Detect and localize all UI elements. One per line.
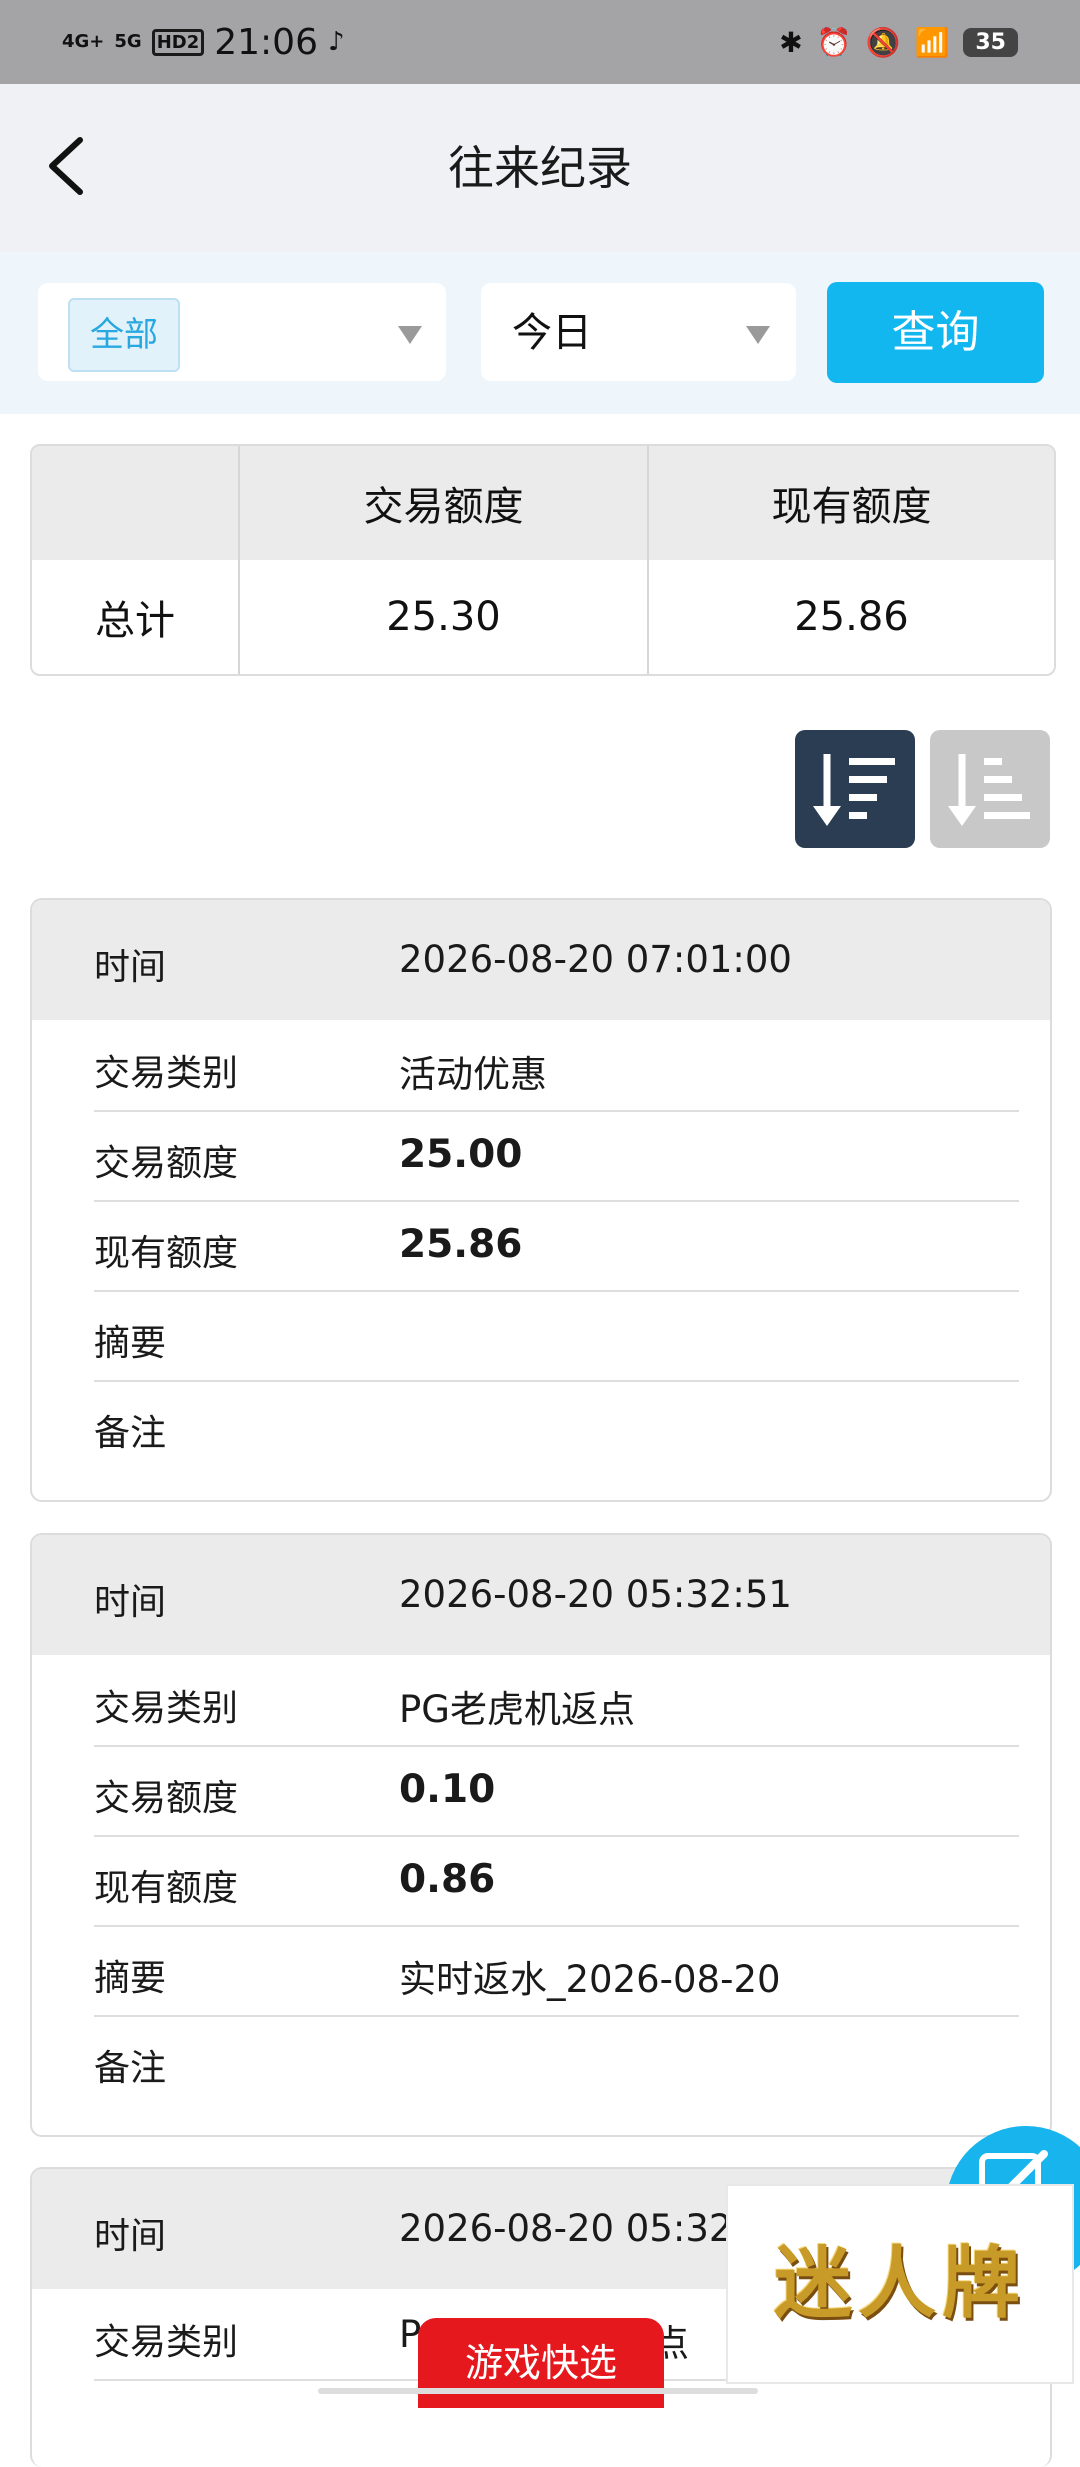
record-summary-value: 实时返水_2026-08-20 bbox=[399, 1958, 781, 2001]
period-select-value: 今日 bbox=[512, 310, 592, 356]
wifi-icon: 📶 bbox=[914, 25, 950, 59]
row-divider bbox=[94, 1110, 1019, 1112]
brand-logo-banner[interactable]: 迷人牌 bbox=[726, 2184, 1074, 2384]
summary-col-balance: 现有额度 bbox=[771, 484, 932, 530]
period-dropdown-icon bbox=[746, 326, 770, 344]
row-divider bbox=[94, 1835, 1019, 1837]
bluetooth-icon: ✱ bbox=[779, 25, 803, 59]
record-balance-value: 25.86 bbox=[399, 1222, 523, 1267]
record-note-label: 备注 bbox=[94, 2048, 167, 2089]
record-type-value: 活动优惠 bbox=[399, 1053, 547, 1096]
sort-ascending-button[interactable] bbox=[930, 730, 1050, 848]
row-divider bbox=[94, 1380, 1019, 1382]
record-balance-label: 现有额度 bbox=[94, 1868, 239, 1909]
row-divider bbox=[94, 1200, 1019, 1202]
record-summary-label: 摘要 bbox=[94, 1958, 167, 1999]
mute-icon: 🔕 bbox=[865, 25, 901, 59]
record-time-label: 时间 bbox=[94, 2216, 167, 2257]
record-summary-label: 摘要 bbox=[94, 1323, 167, 1364]
record-balance-value: 0.86 bbox=[399, 1857, 496, 1902]
type-dropdown-icon bbox=[398, 326, 422, 344]
signal-4g-icon: 4G+ bbox=[62, 31, 105, 52]
record-time-label: 时间 bbox=[94, 947, 167, 988]
record-amount-value: 0.10 bbox=[399, 1767, 496, 1812]
brand-logo-text: 迷人牌 bbox=[773, 2239, 1026, 2329]
sort-ascending-icon bbox=[948, 754, 1030, 826]
status-left: 4G+ 5G HD2 21:06 ♪ bbox=[62, 18, 345, 66]
sort-descending-button[interactable] bbox=[795, 730, 915, 848]
summary-total-balance: 25.86 bbox=[794, 594, 909, 640]
status-right: ✱ ⏰ 🔕 📶 35 bbox=[779, 20, 1018, 64]
summary-header-row: 交易额度 现有额度 bbox=[32, 446, 1054, 560]
summary-total-amount: 25.30 bbox=[240, 560, 649, 674]
page-title: 往来纪录 bbox=[448, 141, 632, 195]
row-divider bbox=[94, 1290, 1019, 1292]
record-balance-label: 现有额度 bbox=[94, 1233, 239, 1274]
type-select-value: 全部 bbox=[68, 298, 180, 372]
record-note-label: 备注 bbox=[94, 1413, 167, 1454]
record-type-label: 交易类别 bbox=[94, 1688, 239, 1729]
summary-col-amount: 交易额度 bbox=[240, 446, 649, 560]
notification-icon: ♪ bbox=[327, 27, 345, 57]
record-card: 时间 2026-08-20 07:01:00 交易类别 活动优惠 交易额度 25… bbox=[30, 898, 1052, 1502]
record-type-label: 交易类别 bbox=[94, 2322, 239, 2363]
sort-descending-icon bbox=[813, 754, 895, 826]
record-amount-label: 交易额度 bbox=[94, 1143, 239, 1184]
record-type-value: PG老虎机返点 bbox=[399, 1688, 635, 1731]
alarm-icon: ⏰ bbox=[816, 25, 852, 59]
record-card: 时间 2026-08-20 05:32:51 交易类别 PG老虎机返点 交易额度… bbox=[30, 1533, 1052, 2137]
summary-table: 交易额度 现有额度 总计 25.30 25.86 bbox=[30, 444, 1056, 676]
battery-icon: 35 bbox=[963, 27, 1018, 57]
record-type-label: 交易类别 bbox=[94, 1053, 239, 1094]
row-divider bbox=[94, 1925, 1019, 1927]
record-time-label: 时间 bbox=[94, 1582, 167, 1623]
summary-corner-cell bbox=[32, 446, 240, 560]
record-amount-label: 交易额度 bbox=[94, 1778, 239, 1819]
signal-5g-icon: 5G bbox=[114, 31, 142, 52]
record-time-value: 2026-08-20 05:32 bbox=[399, 2207, 733, 2250]
game-quick-select-button[interactable]: 游戏快选 bbox=[418, 2318, 664, 2408]
record-amount-value: 25.00 bbox=[399, 1132, 523, 1177]
row-divider bbox=[94, 1745, 1019, 1747]
status-time: 21:06 bbox=[214, 21, 318, 63]
record-time-value: 2026-08-20 05:32:51 bbox=[399, 1573, 792, 1616]
summary-total-row: 总计 25.30 25.86 bbox=[32, 560, 1054, 674]
hd-voice-icon: HD2 bbox=[151, 28, 205, 56]
query-button[interactable]: 查询 bbox=[827, 282, 1044, 383]
summary-row-label: 总计 bbox=[32, 560, 240, 674]
record-time-value: 2026-08-20 07:01:00 bbox=[399, 938, 792, 981]
home-indicator bbox=[318, 2388, 758, 2394]
row-divider bbox=[94, 2015, 1019, 2017]
